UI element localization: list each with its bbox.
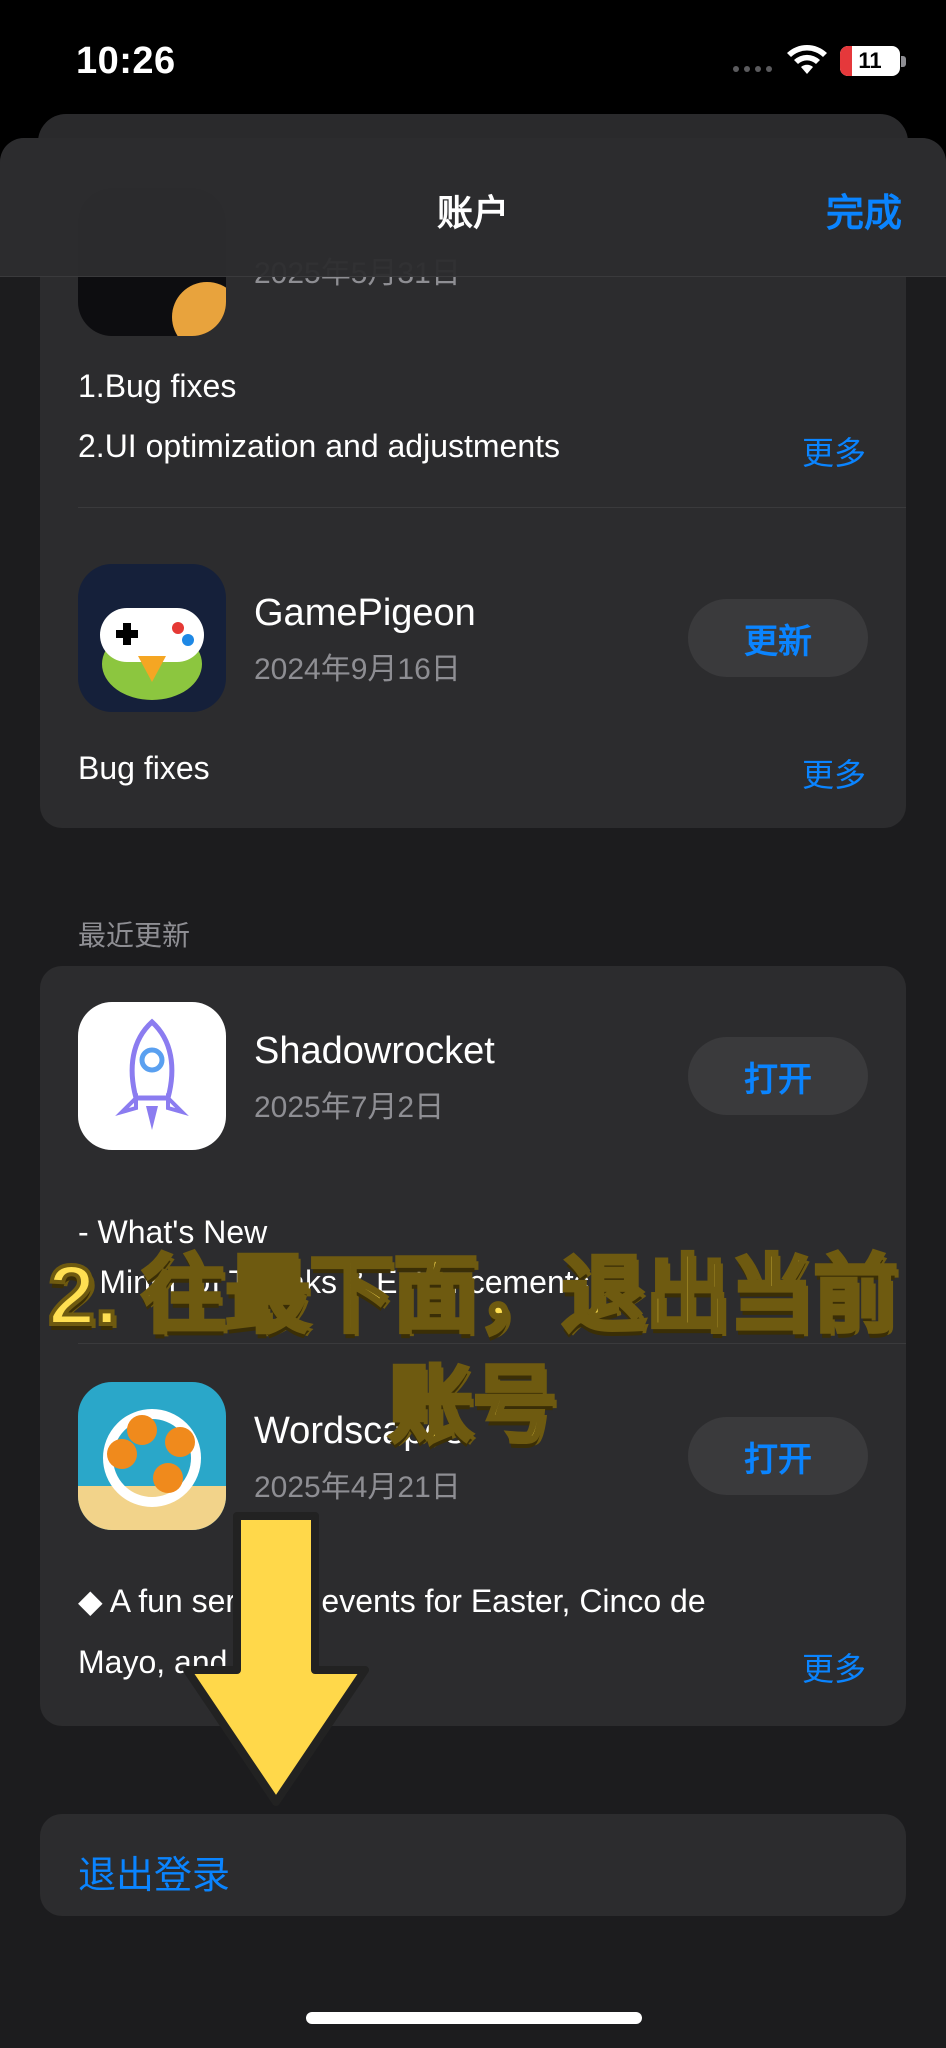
- more-link[interactable]: 更多: [802, 750, 866, 796]
- open-button[interactable]: 打开: [688, 1037, 868, 1115]
- battery-level: 11: [858, 48, 882, 73]
- down-arrow-icon: [183, 1512, 369, 1806]
- nav-title: 账户: [436, 192, 509, 233]
- status-bar: 10:26 11: [0, 0, 946, 120]
- tutorial-caption-line1: 2. 往最下面，退出当前: [46, 1246, 899, 1344]
- gamepigeon-app-icon[interactable]: [78, 564, 226, 712]
- gamepigeon-logo-icon: [100, 608, 204, 700]
- nav-bar: 账户 完成: [0, 138, 946, 277]
- update-note-line: 2.UI optimization and adjustments: [78, 428, 561, 464]
- shadowrocket-date: 2025年7月2日: [254, 1091, 445, 1124]
- wordscapes-date: 2025年4月21日: [254, 1471, 461, 1504]
- update-note-line: ◆ A fun series of events for Easter, Cin…: [78, 1583, 706, 1619]
- update-button[interactable]: 更新: [688, 599, 868, 677]
- more-link[interactable]: 更多: [802, 428, 866, 474]
- account-sheet: 账户 完成 2025年5月31日 1.Bug fixes 2.UI optimi…: [0, 138, 946, 2048]
- home-indicator: [306, 2012, 642, 2024]
- divider: [78, 507, 906, 508]
- gamepigeon-name: GamePigeon: [254, 592, 476, 634]
- status-time: 10:26: [76, 40, 176, 82]
- sign-out-row[interactable]: 退出登录: [40, 1814, 906, 1916]
- gamepigeon-date: 2024年9月16日: [254, 653, 461, 686]
- pro-badge-icon: [172, 282, 226, 336]
- more-link[interactable]: 更多: [802, 1644, 866, 1690]
- update-note-line: 1.Bug fixes: [78, 368, 237, 404]
- shadowrocket-app-icon[interactable]: [78, 1002, 226, 1150]
- done-button[interactable]: 完成: [826, 182, 902, 237]
- tutorial-caption-line2: 账号: [387, 1356, 559, 1454]
- shadowrocket-name: Shadowrocket: [254, 1030, 495, 1072]
- wifi-icon: [787, 45, 827, 74]
- cellular-signal-icon: [733, 66, 772, 72]
- rocket-icon: [115, 1018, 189, 1130]
- update-note-line: Bug fixes: [78, 750, 210, 786]
- recent-updates-header: 最近更新: [78, 920, 191, 951]
- battery-tip: [901, 56, 906, 67]
- sign-out-button[interactable]: 退出登录: [78, 1844, 230, 1899]
- battery-icon: 11: [840, 46, 900, 76]
